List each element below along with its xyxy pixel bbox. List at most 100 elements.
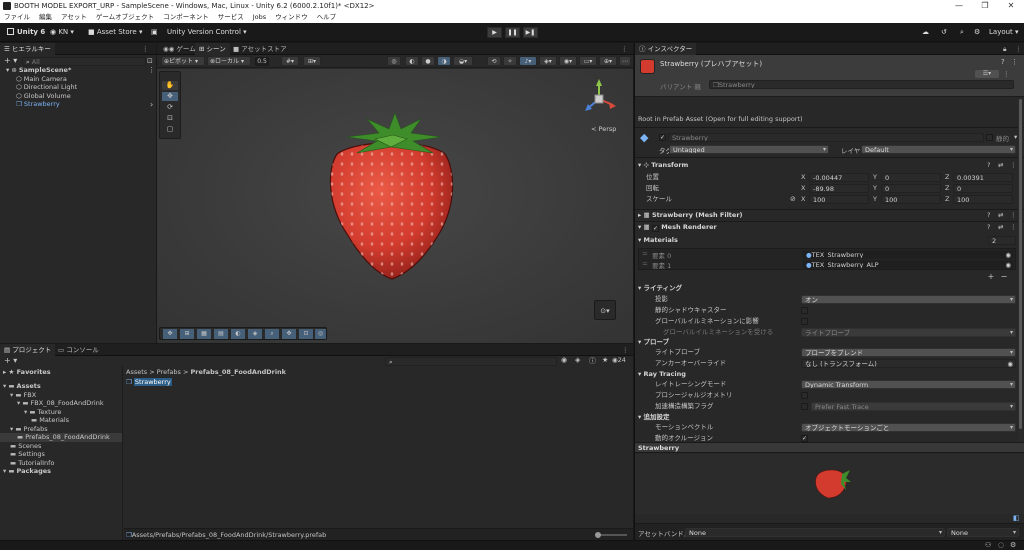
x-axis-label[interactable]: X — [801, 173, 805, 181]
project-menu-icon[interactable]: ⋮ — [618, 344, 633, 356]
tab-project[interactable]: ▤ プロジェクト — [0, 344, 56, 356]
tab-hierarchy[interactable]: ☰ ヒエラルキー — [0, 43, 55, 55]
project-folder-item[interactable]: ▬ Scenes — [0, 442, 122, 451]
preview-area[interactable] — [635, 454, 1024, 514]
menu-item[interactable]: ファイル — [4, 12, 30, 23]
transform-menu-icon[interactable]: ⋮ — [1010, 161, 1017, 169]
z-axis-label[interactable]: Z — [945, 195, 949, 203]
mesh-renderer-enabled-checkbox[interactable]: ✓ — [651, 225, 659, 232]
minimize-button[interactable]: — — [946, 0, 972, 12]
contribute-gi-checkbox[interactable] — [801, 318, 808, 325]
mesh-filter-preset-icon[interactable]: ⇄ — [998, 211, 1003, 219]
persp-label[interactable]: < Persp — [591, 125, 616, 133]
materials-count-field[interactable]: 2 — [988, 236, 1016, 245]
rotation-z-field[interactable]: 0 — [953, 184, 1013, 193]
preview-settings-icon[interactable]: ◧ — [1013, 514, 1020, 522]
shading-shaded-icon[interactable]: ◑ — [437, 56, 451, 66]
project-folder-item[interactable]: ▾ ▬ FBX — [0, 391, 122, 400]
drag-handle-icon[interactable]: = — [642, 250, 648, 258]
procedural-geometry-checkbox[interactable] — [801, 392, 808, 399]
scale-tool-icon[interactable]: ⊡ — [162, 114, 178, 123]
inspector-menu-icon[interactable]: ⋮ — [1011, 43, 1024, 55]
materials-header[interactable]: ▾ Materials — [638, 235, 678, 246]
unity-menu-button[interactable]: Unity 6 — [3, 26, 49, 39]
layout-dropdown[interactable]: Layout ▾ — [985, 26, 1023, 39]
object-name-field[interactable]: Strawberry — [668, 133, 984, 142]
scale-link-icon[interactable]: ⊘ — [790, 195, 796, 203]
overlay-tool-icon-4[interactable]: ▤ — [214, 329, 228, 339]
receive-gi-dropdown[interactable]: ライトプローブ — [801, 328, 1016, 337]
x-axis-label[interactable]: X — [801, 195, 805, 203]
effects-icon[interactable]: ◈▾ — [539, 56, 557, 66]
camera-preview-icon[interactable]: ⊙▾ — [594, 300, 616, 320]
position-x-field[interactable]: -0.00447 — [809, 173, 869, 182]
position-z-field[interactable]: 0.00391 — [953, 173, 1013, 182]
info-icon[interactable]: ⓘ — [589, 356, 596, 366]
local-dropdown[interactable]: ⊗ローカル ▾ — [207, 56, 251, 66]
project-search-input[interactable]: ⌕ — [385, 357, 557, 366]
move-tool-icon[interactable]: ✥ — [162, 92, 178, 101]
remove-material-button[interactable]: − — [998, 272, 1010, 281]
tab-inspector[interactable]: ⓘ インスペクター — [635, 43, 697, 55]
add-material-button[interactable]: + — [985, 272, 997, 281]
pivot-dropdown[interactable]: ⊕ピボット ▾ — [161, 56, 205, 66]
y-axis-label[interactable]: Y — [873, 195, 877, 203]
hierarchy-menu-icon[interactable]: ⋮ — [138, 43, 153, 55]
account-button[interactable]: ◉ KN ▾ — [46, 26, 78, 39]
project-folder-item[interactable]: ▾ ▬ Packages — [0, 467, 122, 476]
hierarchy-item[interactable]: ❒ Strawberry — [16, 100, 60, 109]
status-debug-icon[interactable]: ⚙ — [1010, 541, 1016, 549]
icon-size-slider[interactable] — [595, 532, 627, 538]
breadcrumb-assets[interactable]: Assets — [126, 368, 147, 376]
inspector-scrollbar[interactable] — [1018, 99, 1023, 442]
rotation-x-field[interactable]: -89.98 — [809, 184, 869, 193]
anchor-override-field[interactable]: なし (トランスフォーム) ◉ — [801, 359, 1016, 368]
transform-help-icon[interactable]: ? — [987, 161, 990, 169]
drag-handle-icon[interactable]: = — [642, 260, 648, 268]
layer-dropdown[interactable]: Default — [861, 145, 1016, 154]
mesh-filter-menu-icon[interactable]: ⋮ — [1010, 211, 1017, 219]
asset-store-button[interactable]: ■ Asset Store ▾ — [84, 26, 146, 39]
slider-thumb[interactable] — [595, 532, 601, 538]
cloud-icon[interactable]: ☁ — [918, 26, 933, 39]
static-checkbox[interactable] — [986, 134, 993, 141]
tab-asset-store[interactable]: ■ アセットストア — [229, 43, 291, 55]
pause-button[interactable]: ❚❚ — [505, 27, 520, 38]
z-axis-label[interactable]: Z — [945, 184, 949, 192]
motion-vectors-dropdown[interactable]: オブジェクトモーションごと — [801, 423, 1016, 432]
scene-gizmo-more-icon[interactable]: ⋯ — [619, 56, 631, 66]
object-picker-icon[interactable]: ◉ — [1007, 360, 1013, 367]
menu-item[interactable]: ヘルプ — [317, 12, 337, 23]
hand-tool-icon[interactable]: ✋ — [162, 81, 178, 90]
overlay-tool-icon-6[interactable]: ◈ — [248, 329, 262, 339]
mesh-renderer-header[interactable]: ▾ ▦ ✓ Mesh Renderer — [638, 222, 717, 233]
status-hierarchy-icon[interactable]: ⚇ — [985, 541, 991, 549]
mesh-renderer-preset-icon[interactable]: ⇄ — [998, 223, 1003, 231]
y-axis-label[interactable]: Y — [873, 173, 877, 181]
project-add-button[interactable]: + ▾ — [4, 356, 17, 365]
lighting-header[interactable]: ▾ ライティング — [638, 283, 682, 294]
scale-z-field[interactable]: 100 — [953, 195, 1013, 204]
2d-toggle-icon[interactable]: ⟲ — [487, 56, 501, 66]
close-button[interactable]: ✕ — [998, 0, 1024, 12]
mesh-filter-help-icon[interactable]: ? — [987, 211, 990, 219]
shading-wire-icon[interactable]: ◐ — [405, 56, 419, 66]
project-folder-item[interactable]: ▬ Prefabs_08_FoodAndDrink — [0, 433, 122, 442]
favorites-item[interactable]: ▸ ★ Favorites — [3, 368, 51, 377]
transform-preset-icon[interactable]: ⇄ — [998, 161, 1003, 169]
grid-snap-icon[interactable]: #▾ — [281, 56, 299, 66]
menu-item[interactable]: Jobs — [253, 12, 266, 23]
light-probes-dropdown[interactable]: プローブをブレンド — [801, 348, 1016, 357]
cast-shadows-dropdown[interactable]: オン — [801, 295, 1016, 304]
overlay-tool-icon-7[interactable]: ⌕ — [265, 329, 279, 339]
snap-increment-icon[interactable]: ⊞▾ — [303, 56, 321, 66]
overlay-tool-icon-1[interactable]: ✥ — [163, 329, 177, 339]
object-picker-icon[interactable]: ◉ — [1005, 251, 1011, 258]
project-folder-item[interactable]: ▬ Settings — [0, 450, 122, 459]
project-folder-item[interactable]: ▬ TutorialInfo — [0, 459, 122, 468]
draw-mode-icon[interactable]: ◒▾ — [453, 56, 473, 66]
shading-solid-icon[interactable]: ● — [421, 56, 435, 66]
menu-item[interactable]: コンポーネント — [163, 12, 209, 23]
mesh-renderer-menu-icon[interactable]: ⋮ — [1010, 223, 1017, 231]
project-folder-item[interactable]: ▾ ▬ Texture — [0, 408, 122, 417]
